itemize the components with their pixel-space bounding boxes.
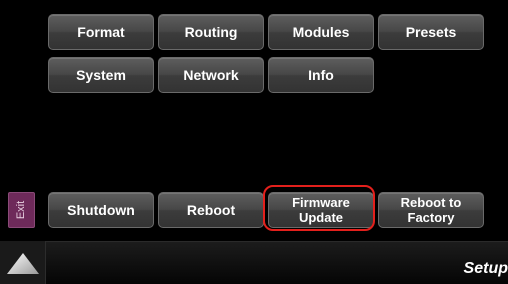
format-button[interactable]: Format: [48, 14, 154, 50]
exit-button-label: Exit: [15, 200, 28, 220]
firmware-update-button[interactable]: Firmware Update: [268, 192, 374, 228]
reboot-to-factory-button[interactable]: Reboot to Factory: [378, 192, 484, 228]
exit-button[interactable]: Exit: [8, 192, 35, 228]
home-tab[interactable]: [0, 241, 46, 284]
info-button[interactable]: Info: [268, 57, 374, 93]
triangle-up-icon: [7, 253, 39, 274]
reboot-button[interactable]: Reboot: [158, 192, 264, 228]
routing-button[interactable]: Routing: [158, 14, 264, 50]
page-title: Setup: [463, 260, 508, 277]
presets-button-label: Presets: [405, 23, 457, 40]
shutdown-button[interactable]: Shutdown: [48, 192, 154, 228]
presets-button[interactable]: Presets: [378, 14, 484, 50]
modules-button[interactable]: Modules: [268, 14, 374, 50]
system-button-label: System: [76, 66, 126, 83]
bottom-bar: [0, 241, 508, 284]
info-button-label: Info: [308, 66, 334, 83]
reboot-button-label: Reboot: [186, 201, 236, 218]
reboot-to-factory-button-label: Reboot to Factory: [400, 195, 462, 225]
firmware-update-button-label: Firmware Update: [292, 195, 350, 225]
format-button-label: Format: [77, 23, 125, 40]
setup-screen: Format Routing Modules Presets System Ne…: [0, 0, 508, 284]
routing-button-label: Routing: [184, 23, 238, 40]
system-button[interactable]: System: [48, 57, 154, 93]
network-button-label: Network: [183, 66, 239, 83]
modules-button-label: Modules: [292, 23, 350, 40]
shutdown-button-label: Shutdown: [67, 201, 135, 218]
network-button[interactable]: Network: [158, 57, 264, 93]
